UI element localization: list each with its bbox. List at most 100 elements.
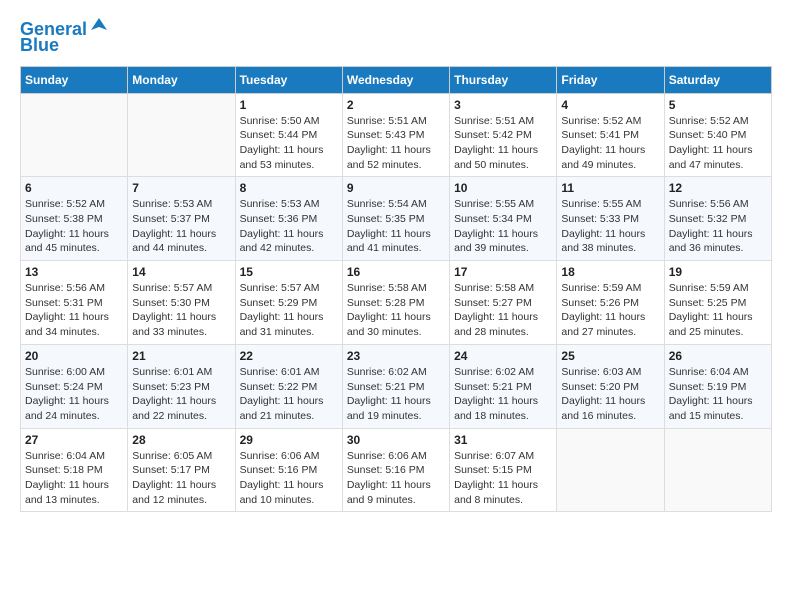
header-day-monday: Monday — [128, 66, 235, 93]
day-number: 11 — [561, 181, 659, 195]
day-number: 13 — [25, 265, 123, 279]
calendar-cell: 3 Sunrise: 5:51 AM Sunset: 5:42 PM Daylig… — [450, 93, 557, 177]
calendar-cell: 26 Sunrise: 6:04 AM Sunset: 5:19 PM Dayli… — [664, 344, 771, 428]
day-info: Sunrise: 5:53 AM Sunset: 5:36 PM Dayligh… — [240, 197, 338, 256]
day-info: Sunrise: 6:07 AM Sunset: 5:15 PM Dayligh… — [454, 449, 552, 508]
day-number: 23 — [347, 349, 445, 363]
day-info: Sunrise: 5:59 AM Sunset: 5:25 PM Dayligh… — [669, 281, 767, 340]
calendar-cell: 31 Sunrise: 6:07 AM Sunset: 5:15 PM Dayli… — [450, 428, 557, 512]
day-info: Sunrise: 6:06 AM Sunset: 5:16 PM Dayligh… — [240, 449, 338, 508]
calendar-cell — [664, 428, 771, 512]
calendar-table: SundayMondayTuesdayWednesdayThursdayFrid… — [20, 66, 772, 513]
calendar-cell: 2 Sunrise: 5:51 AM Sunset: 5:43 PM Daylig… — [342, 93, 449, 177]
calendar-cell — [557, 428, 664, 512]
day-number: 8 — [240, 181, 338, 195]
day-info: Sunrise: 5:58 AM Sunset: 5:27 PM Dayligh… — [454, 281, 552, 340]
day-info: Sunrise: 5:56 AM Sunset: 5:32 PM Dayligh… — [669, 197, 767, 256]
page-header: General Blue — [20, 20, 772, 56]
day-info: Sunrise: 5:53 AM Sunset: 5:37 PM Dayligh… — [132, 197, 230, 256]
header-day-saturday: Saturday — [664, 66, 771, 93]
day-info: Sunrise: 6:04 AM Sunset: 5:18 PM Dayligh… — [25, 449, 123, 508]
day-number: 14 — [132, 265, 230, 279]
calendar-header-row: SundayMondayTuesdayWednesdayThursdayFrid… — [21, 66, 772, 93]
day-number: 12 — [669, 181, 767, 195]
header-day-sunday: Sunday — [21, 66, 128, 93]
day-number: 1 — [240, 98, 338, 112]
day-number: 24 — [454, 349, 552, 363]
calendar-cell: 8 Sunrise: 5:53 AM Sunset: 5:36 PM Daylig… — [235, 177, 342, 261]
day-info: Sunrise: 5:50 AM Sunset: 5:44 PM Dayligh… — [240, 114, 338, 173]
calendar-cell: 16 Sunrise: 5:58 AM Sunset: 5:28 PM Dayli… — [342, 261, 449, 345]
logo-text-blue: Blue — [20, 36, 59, 56]
day-info: Sunrise: 5:55 AM Sunset: 5:34 PM Dayligh… — [454, 197, 552, 256]
calendar-cell: 9 Sunrise: 5:54 AM Sunset: 5:35 PM Daylig… — [342, 177, 449, 261]
calendar-cell: 22 Sunrise: 6:01 AM Sunset: 5:22 PM Dayli… — [235, 344, 342, 428]
day-number: 15 — [240, 265, 338, 279]
calendar-cell — [128, 93, 235, 177]
calendar-week-row: 6 Sunrise: 5:52 AM Sunset: 5:38 PM Daylig… — [21, 177, 772, 261]
calendar-cell: 21 Sunrise: 6:01 AM Sunset: 5:23 PM Dayli… — [128, 344, 235, 428]
day-number: 7 — [132, 181, 230, 195]
day-info: Sunrise: 6:05 AM Sunset: 5:17 PM Dayligh… — [132, 449, 230, 508]
calendar-week-row: 27 Sunrise: 6:04 AM Sunset: 5:18 PM Dayli… — [21, 428, 772, 512]
calendar-cell: 10Sunrise: 5:55 AM Sunset: 5:34 PM Dayli… — [450, 177, 557, 261]
calendar-week-row: 13 Sunrise: 5:56 AM Sunset: 5:31 PM Dayli… — [21, 261, 772, 345]
calendar-cell: 25 Sunrise: 6:03 AM Sunset: 5:20 PM Dayli… — [557, 344, 664, 428]
day-info: Sunrise: 5:54 AM Sunset: 5:35 PM Dayligh… — [347, 197, 445, 256]
day-number: 6 — [25, 181, 123, 195]
calendar-cell: 11Sunrise: 5:55 AM Sunset: 5:33 PM Dayli… — [557, 177, 664, 261]
header-day-thursday: Thursday — [450, 66, 557, 93]
day-number: 4 — [561, 98, 659, 112]
day-number: 2 — [347, 98, 445, 112]
day-info: Sunrise: 5:51 AM Sunset: 5:42 PM Dayligh… — [454, 114, 552, 173]
calendar-cell: 30 Sunrise: 6:06 AM Sunset: 5:16 PM Dayli… — [342, 428, 449, 512]
day-info: Sunrise: 6:04 AM Sunset: 5:19 PM Dayligh… — [669, 365, 767, 424]
day-number: 31 — [454, 433, 552, 447]
day-number: 26 — [669, 349, 767, 363]
day-number: 22 — [240, 349, 338, 363]
day-number: 27 — [25, 433, 123, 447]
day-number: 3 — [454, 98, 552, 112]
calendar-cell: 7 Sunrise: 5:53 AM Sunset: 5:37 PM Daylig… — [128, 177, 235, 261]
day-number: 29 — [240, 433, 338, 447]
day-info: Sunrise: 6:01 AM Sunset: 5:23 PM Dayligh… — [132, 365, 230, 424]
calendar-cell: 6 Sunrise: 5:52 AM Sunset: 5:38 PM Daylig… — [21, 177, 128, 261]
day-info: Sunrise: 5:56 AM Sunset: 5:31 PM Dayligh… — [25, 281, 123, 340]
calendar-week-row: 20Sunrise: 6:00 AM Sunset: 5:24 PM Dayli… — [21, 344, 772, 428]
calendar-cell: 12 Sunrise: 5:56 AM Sunset: 5:32 PM Dayli… — [664, 177, 771, 261]
day-info: Sunrise: 6:03 AM Sunset: 5:20 PM Dayligh… — [561, 365, 659, 424]
day-info: Sunrise: 6:02 AM Sunset: 5:21 PM Dayligh… — [347, 365, 445, 424]
day-number: 17 — [454, 265, 552, 279]
day-info: Sunrise: 6:01 AM Sunset: 5:22 PM Dayligh… — [240, 365, 338, 424]
logo: General Blue — [20, 20, 109, 56]
day-info: Sunrise: 5:57 AM Sunset: 5:29 PM Dayligh… — [240, 281, 338, 340]
day-info: Sunrise: 5:52 AM Sunset: 5:38 PM Dayligh… — [25, 197, 123, 256]
day-number: 28 — [132, 433, 230, 447]
calendar-cell: 14 Sunrise: 5:57 AM Sunset: 5:30 PM Dayli… — [128, 261, 235, 345]
day-number: 16 — [347, 265, 445, 279]
day-info: Sunrise: 5:51 AM Sunset: 5:43 PM Dayligh… — [347, 114, 445, 173]
calendar-cell — [21, 93, 128, 177]
calendar-cell: 18Sunrise: 5:59 AM Sunset: 5:26 PM Dayli… — [557, 261, 664, 345]
day-number: 9 — [347, 181, 445, 195]
day-number: 19 — [669, 265, 767, 279]
day-info: Sunrise: 5:59 AM Sunset: 5:26 PM Dayligh… — [561, 281, 659, 340]
day-info: Sunrise: 5:58 AM Sunset: 5:28 PM Dayligh… — [347, 281, 445, 340]
day-number: 25 — [561, 349, 659, 363]
day-number: 30 — [347, 433, 445, 447]
day-info: Sunrise: 6:06 AM Sunset: 5:16 PM Dayligh… — [347, 449, 445, 508]
header-day-wednesday: Wednesday — [342, 66, 449, 93]
calendar-week-row: 1 Sunrise: 5:50 AM Sunset: 5:44 PM Daylig… — [21, 93, 772, 177]
header-day-tuesday: Tuesday — [235, 66, 342, 93]
calendar-cell: 13 Sunrise: 5:56 AM Sunset: 5:31 PM Dayli… — [21, 261, 128, 345]
day-info: Sunrise: 6:02 AM Sunset: 5:21 PM Dayligh… — [454, 365, 552, 424]
calendar-cell: 23 Sunrise: 6:02 AM Sunset: 5:21 PM Dayli… — [342, 344, 449, 428]
day-number: 21 — [132, 349, 230, 363]
day-info: Sunrise: 5:52 AM Sunset: 5:40 PM Dayligh… — [669, 114, 767, 173]
calendar-cell: 19 Sunrise: 5:59 AM Sunset: 5:25 PM Dayli… — [664, 261, 771, 345]
calendar-cell: 27 Sunrise: 6:04 AM Sunset: 5:18 PM Dayli… — [21, 428, 128, 512]
day-info: Sunrise: 6:00 AM Sunset: 5:24 PM Dayligh… — [25, 365, 123, 424]
calendar-cell: 20Sunrise: 6:00 AM Sunset: 5:24 PM Dayli… — [21, 344, 128, 428]
day-info: Sunrise: 5:57 AM Sunset: 5:30 PM Dayligh… — [132, 281, 230, 340]
calendar-cell: 15 Sunrise: 5:57 AM Sunset: 5:29 PM Dayli… — [235, 261, 342, 345]
